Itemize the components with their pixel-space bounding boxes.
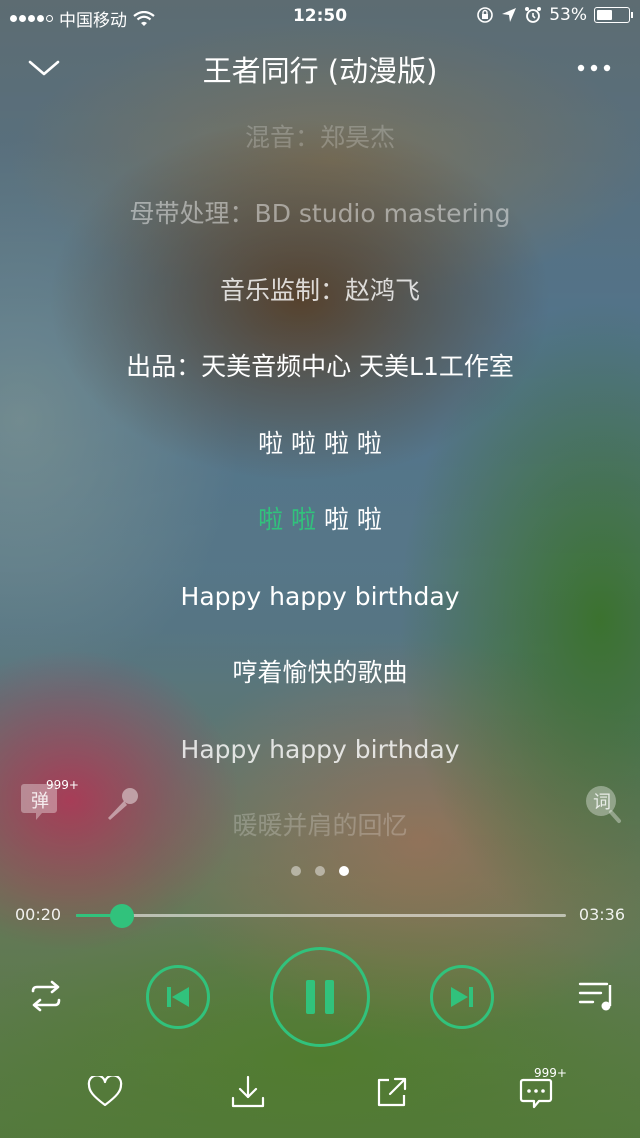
sung-portion: 啦 啦	[258, 505, 317, 534]
playback-controls	[0, 940, 640, 1050]
lyric-line: 哼着愉快的歌曲	[232, 658, 408, 687]
lyrics-panel[interactable]: 混音：郑昊杰 母带处理：BD studio mastering 音乐监制：赵鸿飞…	[0, 98, 640, 858]
more-dots-icon	[577, 64, 611, 72]
battery-percentage: 53%	[549, 5, 587, 25]
lyric-line: 母带处理：BD studio mastering	[129, 199, 511, 228]
battery-level	[597, 10, 612, 20]
page-dot[interactable]	[315, 866, 325, 876]
pause-button[interactable]	[270, 947, 370, 1047]
song-title: 王者同行 (动漫版)	[202, 54, 438, 88]
status-indicators: 53%	[476, 5, 633, 25]
skip-next-icon	[451, 987, 473, 1007]
lyric-line: 暖暖并肩的回忆	[232, 811, 408, 840]
status-bar: 中国移动 12:50 53%	[0, 0, 640, 34]
download-icon	[231, 1075, 265, 1108]
progress-thumb[interactable]	[109, 904, 134, 928]
previous-track-button[interactable]	[146, 965, 210, 1029]
lyric-line: Happy happy birthday	[180, 582, 460, 611]
lyric-search-button[interactable]: 词	[584, 784, 624, 824]
share-icon	[377, 1077, 407, 1107]
lyric-search-label: 词	[593, 792, 611, 813]
page-dot[interactable]	[339, 866, 349, 876]
current-lyric-line: 啦 啦 啦 啦	[0, 503, 640, 537]
playlist-icon	[578, 982, 612, 1011]
next-track-button[interactable]	[430, 965, 494, 1029]
karaoke-button[interactable]	[102, 784, 142, 824]
orientation-lock-icon	[477, 7, 494, 23]
total-duration: 03:36	[578, 905, 625, 924]
unsung-portion: 啦 啦	[323, 505, 382, 534]
page-dot[interactable]	[291, 866, 301, 876]
lyric-line: 出品：天美音频中心 天美L1工作室	[126, 352, 514, 381]
repeat-icon	[31, 980, 61, 1012]
favorite-button[interactable]	[81, 1070, 129, 1114]
more-options-button[interactable]	[568, 46, 620, 90]
elapsed-time: 00:20	[15, 905, 62, 924]
player-header: 王者同行 (动漫版)	[0, 40, 640, 96]
battery-icon	[594, 7, 633, 23]
lyric-line: 音乐监制：赵鸿飞	[219, 276, 420, 305]
page-indicator[interactable]	[0, 866, 640, 878]
danmu-button[interactable]: 弹 999+	[20, 778, 79, 824]
microphone-icon	[108, 788, 138, 820]
repeat-mode-button[interactable]	[22, 972, 70, 1020]
heart-icon	[87, 1076, 123, 1107]
pause-icon	[306, 980, 334, 1014]
progress-slider[interactable]	[76, 904, 566, 928]
lyric-line: 混音：郑昊杰	[244, 123, 395, 152]
danmu-count-badge: 999+	[46, 778, 79, 792]
comments-button[interactable]: 999+	[512, 1066, 567, 1114]
playlist-button[interactable]	[572, 972, 620, 1020]
alarm-icon	[525, 7, 542, 23]
skip-previous-icon	[167, 987, 189, 1007]
lyric-line: Happy happy birthday	[180, 735, 460, 764]
lyric-line: 啦 啦 啦 啦	[258, 429, 382, 458]
share-button[interactable]	[368, 1070, 416, 1114]
location-icon	[502, 8, 517, 22]
action-bar: 999+	[0, 1062, 640, 1122]
comments-count-badge: 999+	[534, 1066, 567, 1080]
download-button[interactable]	[224, 1070, 272, 1114]
playback-progress: 00:20 03:36	[0, 900, 640, 930]
